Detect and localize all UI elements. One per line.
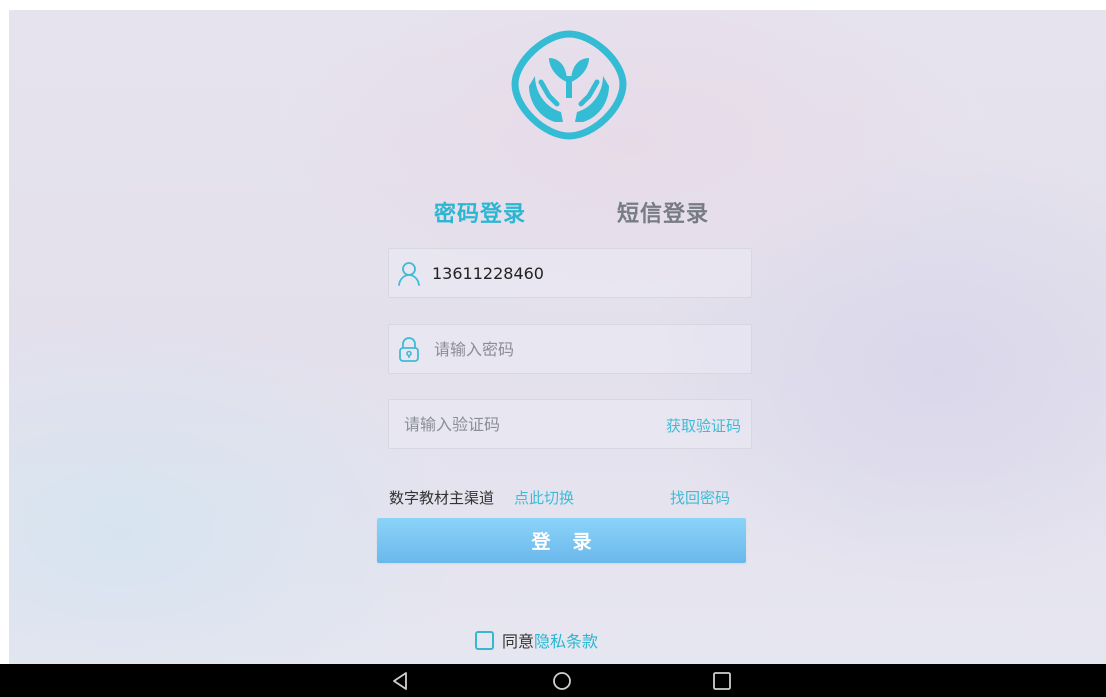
login-button[interactable]: 登录 xyxy=(377,518,746,563)
back-icon[interactable] xyxy=(389,670,413,692)
agree-checkbox[interactable] xyxy=(475,630,494,650)
get-captcha-button[interactable]: 获取验证码 xyxy=(666,415,741,436)
app-logo xyxy=(511,30,627,140)
privacy-policy-link[interactable]: 隐私条款 xyxy=(534,628,598,652)
system-nav-bar xyxy=(0,664,1106,697)
agree-prefix: 同意 xyxy=(502,632,535,651)
channel-label: 数字教材主渠道 xyxy=(389,489,495,507)
lock-icon xyxy=(399,337,419,362)
agreement-row: 同意 隐私条款 xyxy=(475,628,598,652)
phone-field xyxy=(388,248,752,298)
switch-channel-link[interactable]: 点此切换 xyxy=(514,487,574,508)
phone-input[interactable] xyxy=(432,249,732,297)
tab-password-login[interactable]: 密码登录 xyxy=(434,196,526,228)
recents-icon[interactable] xyxy=(710,670,734,692)
tab-sms-login[interactable]: 短信登录 xyxy=(617,196,709,228)
home-icon[interactable] xyxy=(550,670,574,692)
password-field xyxy=(388,324,752,374)
captcha-input[interactable] xyxy=(404,400,644,448)
user-icon xyxy=(398,262,420,286)
password-input[interactable] xyxy=(434,325,734,373)
captcha-field: 获取验证码 xyxy=(388,399,752,449)
forgot-password-link[interactable]: 找回密码 xyxy=(670,487,730,508)
login-screen: 密码登录 短信登录 获取验证码 数字教材主渠道 点此切换 找回密码 登录 同意 … xyxy=(9,10,1106,664)
